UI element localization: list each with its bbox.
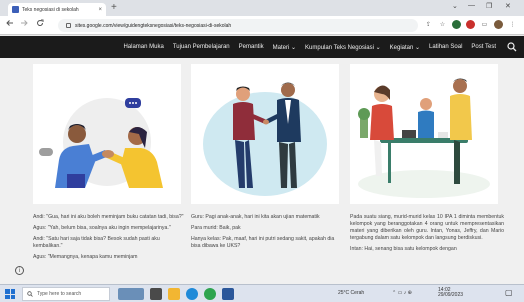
address-bar-row: sites.google.com/view/guidengteksnegosia… (0, 16, 524, 35)
nav-kumpulan-teks-negosiasi[interactable]: Kumpulan Teks Negosiasi ⌄ (305, 44, 381, 51)
dialog-line: Agus: "Memangnya, kenapa kamu meminjam (33, 254, 138, 260)
extension-icon[interactable] (452, 20, 461, 29)
site-favicon-icon (12, 6, 19, 13)
new-tab-button[interactable]: + (111, 2, 117, 13)
forward-arrow-icon[interactable] (20, 19, 28, 29)
clock-date: 29/09/2023 (438, 292, 464, 298)
info-icon[interactable]: i (15, 266, 24, 275)
minimize-button[interactable]: — (468, 2, 475, 9)
dialog-column-1: Andi: "Gua, hari ini aku boleh meminjam … (33, 214, 187, 265)
search-icon (27, 291, 33, 297)
illustration-business-handshake-image (191, 64, 339, 204)
illustration-group-discussion-image (350, 64, 498, 204)
site-navigation: Halaman Muka Tujuan Pembelajaran Pemanti… (0, 36, 524, 58)
maximize-button[interactable]: ❐ (486, 2, 492, 10)
dialog-line: Hanya kelas: Pak, maaf, hari ini putri s… (191, 236, 335, 249)
dialog-line: Intan: Hai, senang bisa satu kelompok de… (350, 246, 457, 252)
tab-title: Teks negosiasi di sekolah (22, 6, 79, 13)
illustration-handshake-image (33, 64, 181, 204)
extension-red-icon[interactable] (466, 20, 475, 29)
browser-tab-bar: Teks negosiasi di sekolah × + ⌄ — ❐ ✕ (0, 0, 524, 16)
reload-icon[interactable] (36, 19, 44, 29)
taskbar-search-placeholder: Type here to search (37, 291, 82, 297)
lock-icon (66, 23, 71, 28)
side-panel-icon[interactable]: ▭ (480, 20, 489, 29)
tab-search-icon[interactable]: ⌄ (452, 2, 458, 10)
dialog-line: Agus: "Yah, belum bisa, soalnya aku ingi… (33, 225, 171, 231)
task-view-icon[interactable] (150, 288, 162, 300)
nav-tujuan-pembelajaran[interactable]: Tujuan Pembelajaran (173, 44, 230, 50)
url-field[interactable]: sites.google.com/view/guidengteksnegosia… (58, 19, 418, 32)
menu-kebab-icon[interactable]: ⋮ (508, 20, 517, 29)
page-content: Andi: "Gua, hari ini aku boleh meminjam … (0, 58, 524, 284)
back-arrow-icon[interactable] (6, 19, 14, 29)
url-text: sites.google.com/view/guidengteksnegosia… (75, 22, 232, 29)
dialog-column-2: Guru: Pagi anak-anak, hari ini kita akan… (191, 214, 345, 254)
news-widget-icon[interactable] (118, 288, 144, 300)
system-tray-icons[interactable]: ⌃ ▭ ♪ ⊕ (392, 290, 412, 296)
nav-halaman-muka[interactable]: Halaman Muka (123, 44, 163, 50)
nav-pemantik[interactable]: Pemantik (239, 44, 264, 50)
nav-post-test[interactable]: Post Test (471, 44, 496, 50)
dialog-line: Para murid: Baik, pak (191, 225, 241, 231)
chrome-browser-icon[interactable] (204, 288, 216, 300)
word-app-icon[interactable] (222, 288, 234, 300)
file-explorer-icon[interactable] (168, 288, 180, 300)
bookmark-star-icon[interactable]: ☆ (438, 20, 447, 29)
nav-materi[interactable]: Materi ⌄ (273, 44, 296, 51)
profile-avatar-icon[interactable] (494, 20, 503, 29)
tab-close-icon[interactable]: × (98, 7, 102, 13)
share-icon[interactable]: ⇪ (424, 20, 433, 29)
weather-status[interactable]: 25°C Cerah (338, 290, 364, 296)
dialog-line: Andi: "Satu hari saja tidak bisa? Besok … (33, 236, 160, 249)
taskbar-search-field[interactable]: Type here to search (22, 287, 110, 301)
close-window-button[interactable]: ✕ (505, 2, 511, 10)
dialog-line: Andi: "Gua, hari ini aku boleh meminjam … (33, 214, 184, 220)
nav-latihan-soal[interactable]: Latihan Soal (429, 44, 462, 50)
dialog-line: Guru: Pagi anak-anak, hari ini kita akan… (191, 214, 320, 220)
dialog-paragraph: Pada suatu siang, murid-murid kelas 10 I… (350, 214, 504, 241)
edge-browser-icon[interactable] (186, 288, 198, 300)
windows-taskbar: Type here to search 25°C Cerah ⌃ ▭ ♪ ⊕ 1… (0, 284, 524, 302)
clock[interactable]: 14:02 29/09/2023 (438, 288, 463, 298)
nav-kegiatan[interactable]: Kegiatan ⌄ (390, 44, 420, 51)
browser-tab[interactable]: Teks negosiasi di sekolah × (8, 3, 106, 16)
site-search-icon[interactable] (507, 42, 517, 52)
windows-start-icon[interactable] (5, 289, 15, 299)
dialog-column-3: Pada suatu siang, murid-murid kelas 10 I… (350, 214, 504, 257)
notification-icon[interactable]: ▢ (505, 288, 513, 297)
